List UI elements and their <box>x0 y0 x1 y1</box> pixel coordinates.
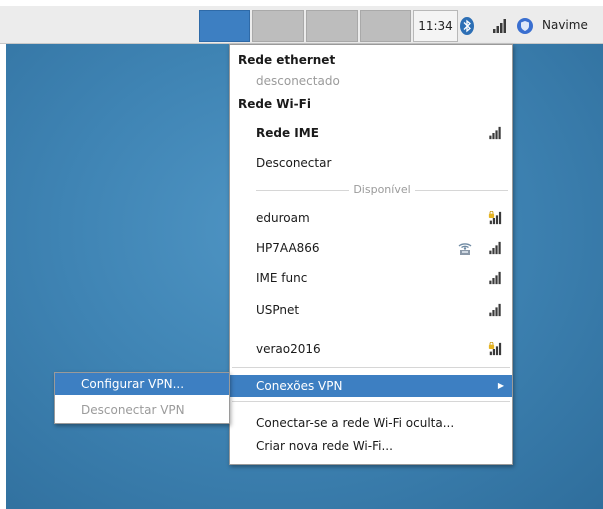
disconnect-menu-item[interactable]: Desconectar <box>230 148 512 178</box>
network-item-uspnet[interactable]: USPnet <box>230 295 512 325</box>
wifi-signal-icon <box>489 241 501 255</box>
update-shield-icon[interactable] <box>516 17 534 35</box>
secured-wifi-signal-icon <box>488 342 502 356</box>
network-item-hp7aa866[interactable]: HP7AA866 <box>230 233 512 263</box>
wifi-header: Rede Wi-Fi <box>238 97 311 111</box>
network-label: USPnet <box>256 303 300 317</box>
bluetooth-icon[interactable] <box>460 17 474 35</box>
connected-network-item[interactable]: Rede IME <box>230 118 512 148</box>
network-label: eduroam <box>256 211 310 225</box>
taskbar-button-active[interactable] <box>199 10 250 42</box>
create-new-network-item[interactable]: Criar nova rede Wi-Fi... <box>230 435 512 457</box>
wifi-signal-icon <box>489 126 501 140</box>
taskbar-button[interactable] <box>360 10 411 42</box>
vpn-connections-menu-item[interactable]: Conexões VPN ▶ <box>230 375 512 397</box>
network-label: IME func <box>256 271 308 285</box>
configure-vpn-item[interactable]: Configurar VPN... <box>55 373 229 395</box>
adhoc-network-icon <box>458 243 472 255</box>
network-item-verao2016[interactable]: verao2016 <box>230 334 512 364</box>
network-item-ime-func[interactable]: IME func <box>230 263 512 293</box>
network-label: HP7AA866 <box>256 241 320 255</box>
network-menu: Rede ethernet desconectado Rede Wi-Fi Re… <box>229 44 513 465</box>
clock[interactable]: 11:34 <box>413 10 458 42</box>
vpn-submenu: Configurar VPN... Desconectar VPN <box>54 372 230 424</box>
connect-hidden-network-item[interactable]: Conectar-se a rede Wi-Fi oculta... <box>230 412 512 434</box>
secured-wifi-signal-icon <box>488 211 502 225</box>
vpn-connections-label: Conexões VPN <box>256 379 343 393</box>
network-label: verao2016 <box>256 342 321 356</box>
available-separator: Disponível <box>256 183 508 197</box>
submenu-arrow-icon: ▶ <box>497 381 504 390</box>
menu-separator <box>232 401 510 402</box>
disconnect-vpn-item: Desconectar VPN <box>81 403 185 417</box>
available-label: Disponível <box>349 183 415 196</box>
taskbar-button[interactable] <box>252 10 304 42</box>
ethernet-header: Rede ethernet <box>238 53 336 67</box>
wifi-signal-icon <box>489 271 501 285</box>
taskbar-button[interactable] <box>306 10 358 42</box>
menu-separator <box>232 367 510 368</box>
network-item-eduroam[interactable]: eduroam <box>230 203 512 233</box>
wifi-signal-icon <box>489 303 501 317</box>
wifi-signal-icon[interactable] <box>491 17 509 35</box>
top-panel: 11:34 Navime <box>0 6 603 44</box>
ethernet-status: desconectado <box>256 74 340 88</box>
connected-network-label: Rede IME <box>256 126 319 140</box>
user-name[interactable]: Navime <box>542 10 588 42</box>
